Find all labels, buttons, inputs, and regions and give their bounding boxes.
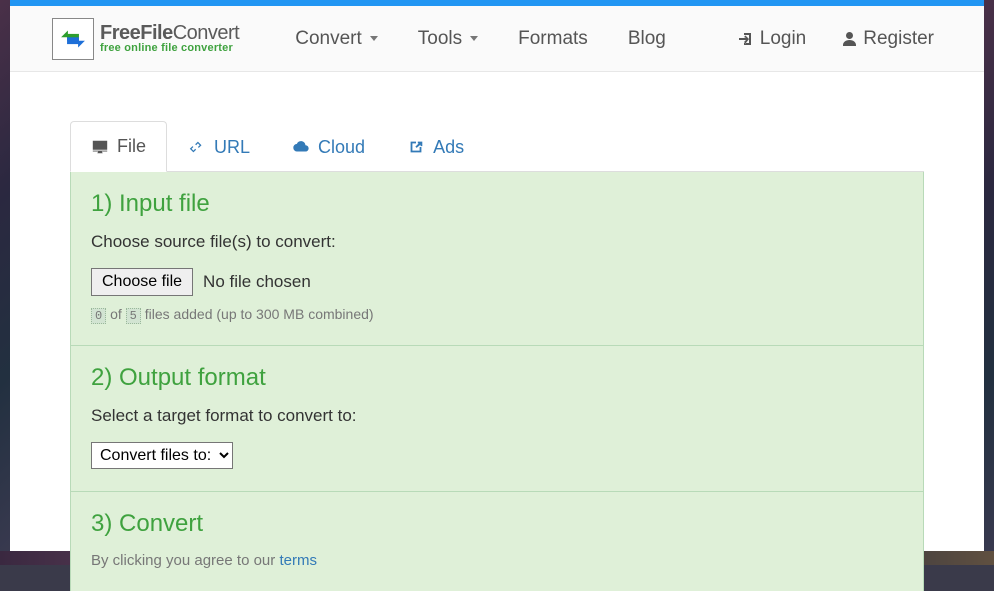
step1-heading: 1) Input file — [91, 190, 903, 218]
choose-file-button[interactable]: Choose file — [91, 268, 193, 296]
step2-heading: 2) Output format — [91, 364, 903, 392]
chevron-down-icon — [470, 36, 478, 41]
chevron-down-icon — [370, 36, 378, 41]
output-format-select[interactable]: Convert files to: — [91, 442, 233, 469]
step1-prompt: Choose source file(s) to convert: — [91, 232, 903, 252]
external-link-icon — [407, 138, 425, 156]
step3-heading: 3) Convert — [91, 510, 903, 538]
step-input-file: 1) Input file Choose source file(s) to c… — [71, 172, 923, 345]
brand-title: FreeFileConvert — [100, 23, 239, 43]
brand-subtitle: free online file converter — [100, 43, 239, 54]
tab-url[interactable]: URL — [167, 121, 271, 172]
step2-prompt: Select a target format to convert to: — [91, 406, 903, 426]
nav-tools[interactable]: Tools — [398, 28, 498, 50]
step-output-format: 2) Output format Select a target format … — [71, 345, 923, 491]
link-icon — [188, 138, 206, 156]
nav-blog[interactable]: Blog — [608, 28, 686, 50]
nav-formats[interactable]: Formats — [498, 28, 608, 50]
tab-cloud[interactable]: Cloud — [271, 121, 386, 172]
step-convert: 3) Convert By clicking you agree to our … — [71, 491, 923, 591]
terms-link[interactable]: terms — [279, 552, 317, 569]
tab-ads[interactable]: Ads — [386, 121, 485, 172]
brand-logo[interactable]: FreeFileConvert free online file convert… — [52, 18, 239, 60]
file-chosen-status: No file chosen — [203, 272, 311, 292]
terms-line: By clicking you agree to our terms — [91, 552, 903, 569]
navbar: FreeFileConvert free online file convert… — [10, 6, 984, 72]
tab-file[interactable]: File — [70, 121, 167, 172]
logo-icon — [52, 18, 94, 60]
file-count-hint: 0 of 5 files added (up to 300 MB combine… — [91, 306, 903, 323]
nav-convert[interactable]: Convert — [275, 28, 398, 50]
login-icon — [738, 31, 754, 47]
user-icon — [842, 31, 857, 47]
nav-register[interactable]: Register — [834, 28, 942, 50]
nav-login[interactable]: Login — [730, 28, 815, 50]
conversion-panel: 1) Input file Choose source file(s) to c… — [70, 172, 924, 591]
source-tabs: File URL Cloud Ads — [70, 120, 924, 172]
cloud-download-icon — [292, 138, 310, 156]
desktop-icon — [91, 138, 109, 156]
